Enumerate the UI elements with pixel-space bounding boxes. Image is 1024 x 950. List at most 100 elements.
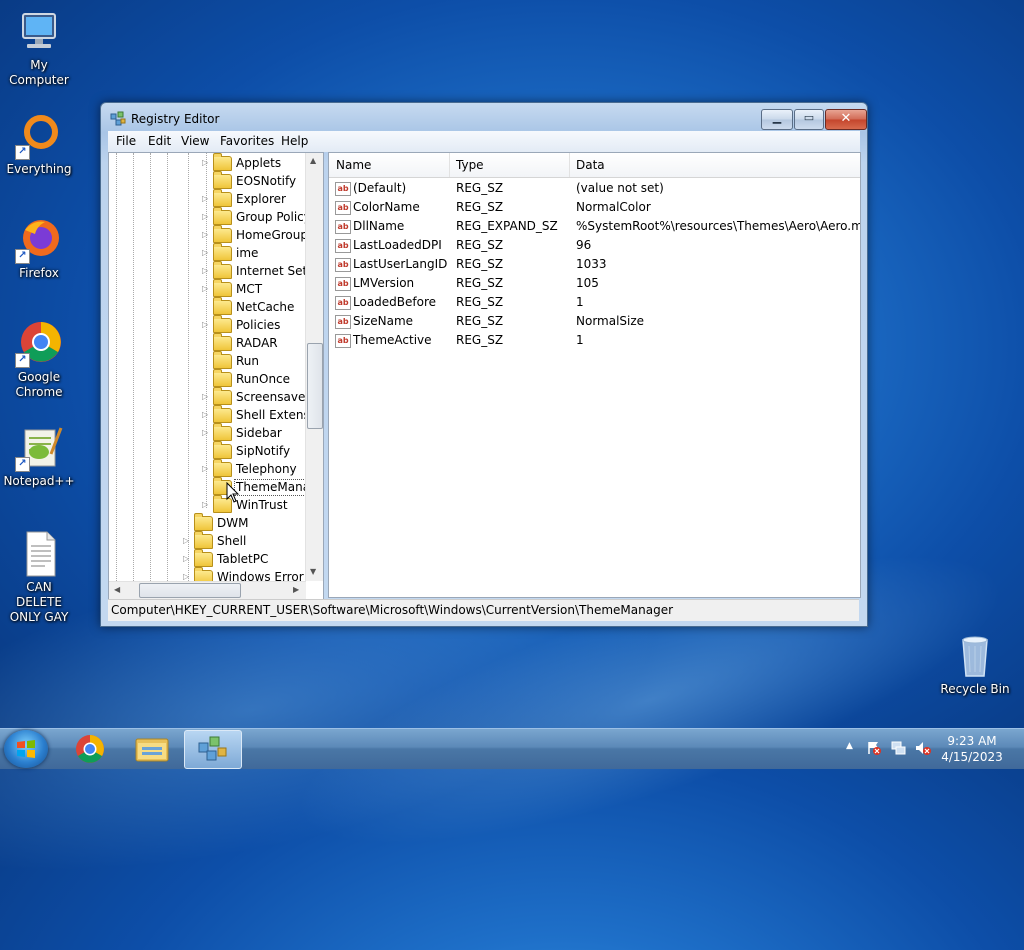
menu-file[interactable]: File [116, 134, 136, 148]
value-row[interactable]: ab LMVersion REG_SZ 105 [329, 274, 860, 293]
expand-arrow-icon[interactable]: ▷ [183, 550, 193, 568]
tree-item[interactable]: ▷ Applets [109, 153, 306, 172]
tree-item[interactable]: ▷Internet Settings [109, 261, 323, 280]
value-row[interactable]: ab LastLoadedDPI REG_SZ 96 [329, 236, 860, 255]
regedit-icon [198, 736, 227, 761]
desktop-icon-recycle-bin[interactable]: Recycle Bin [936, 632, 1014, 697]
folder-icon [213, 261, 232, 279]
tree-item[interactable]: ▷ TabletPC [109, 549, 306, 568]
desktop-icon-text-file[interactable]: CAN DELETE ONLY GAY [0, 530, 78, 625]
scrollbar-thumb[interactable] [139, 583, 241, 598]
value-row[interactable]: ab LastUserLangID REG_SZ 1033 [329, 255, 860, 274]
tree-item[interactable]: ▷ Screensavers [109, 387, 317, 406]
expand-arrow-icon[interactable]: ▷ [183, 532, 193, 550]
desktop-icon-my-computer[interactable]: My Computer [0, 8, 78, 88]
value-row[interactable]: ab ThemeActive REG_SZ 1 [329, 331, 860, 350]
expand-arrow-icon[interactable]: ▷ [202, 424, 212, 442]
expand-arrow-icon[interactable]: ▷ [202, 244, 212, 262]
folder-icon [213, 207, 232, 225]
taskbar-explorer-button[interactable] [124, 730, 180, 767]
expand-arrow-icon[interactable]: ▷ [202, 406, 212, 424]
taskbar-chrome-button[interactable] [62, 730, 118, 767]
scrollbar-thumb[interactable] [307, 343, 323, 429]
tree-item[interactable]: ▷ WinTrust [109, 495, 306, 514]
tree-item[interactable]: ▷ Explorer [109, 189, 306, 208]
expand-arrow-icon[interactable]: ▷ [202, 154, 212, 172]
minimize-button[interactable]: ▁ [761, 109, 793, 130]
value-data: 1 [576, 333, 584, 347]
scroll-right-arrow-icon[interactable]: ▶ [293, 585, 299, 594]
tree-item[interactable]: ▷Shell Extensions [109, 405, 323, 424]
value-name: ThemeActive [353, 333, 432, 347]
desktop-icon-label: Everything [6, 162, 72, 176]
desktop-icon-firefox[interactable]: ↗ Firefox [0, 216, 78, 281]
desktop-icon-label: Firefox [19, 266, 59, 280]
expand-arrow-icon[interactable]: ▷ [202, 208, 212, 226]
column-header-data[interactable]: Data [576, 158, 605, 172]
action-center-icon[interactable] [866, 740, 882, 756]
tree-item-label: HomeGroup [236, 228, 308, 242]
menu-help[interactable]: Help [281, 134, 308, 148]
folder-icon [213, 351, 232, 369]
tree-item[interactable]: EOSNotify [109, 171, 306, 190]
tree-item[interactable]: ▷ MCT [109, 279, 306, 298]
system-clock[interactable]: 9:23 AM 4/15/2023 [930, 733, 1014, 765]
column-divider[interactable] [569, 153, 570, 177]
scroll-up-arrow-icon[interactable]: ▲ [310, 156, 316, 165]
menu-edit[interactable]: Edit [148, 134, 171, 148]
tree-item[interactable]: ThemeManager [109, 477, 323, 496]
expand-arrow-icon[interactable]: ▷ [202, 316, 212, 334]
close-button[interactable]: ✕ [825, 109, 867, 130]
tree-item[interactable]: RADAR [109, 333, 306, 352]
tree-item[interactable]: SipNotify [109, 441, 306, 460]
desktop-icon-notepadpp[interactable]: ↗ Notepad++ [0, 424, 78, 489]
values-list[interactable]: Name Type Data ab (Default) REG_SZ (value n… [328, 152, 861, 598]
tree-item-label: SipNotify [236, 444, 291, 458]
tree-item[interactable]: ▷ ime [109, 243, 306, 262]
tree-horizontal-scrollbar[interactable]: ◀ ▶ [109, 581, 306, 599]
shortcut-arrow-icon: ↗ [15, 457, 30, 472]
menu-view[interactable]: View [181, 134, 209, 148]
expand-arrow-icon[interactable]: ▷ [202, 388, 212, 406]
tree-vertical-scrollbar[interactable]: ▲ ▼ [305, 153, 323, 581]
title-bar[interactable]: Registry Editor ▁ ▭ ✕ [101, 103, 867, 133]
tree-item[interactable]: NetCache [109, 297, 306, 316]
taskbar-regedit-button[interactable] [184, 730, 242, 769]
tree-item[interactable]: ▷ Group Policy [109, 207, 311, 226]
registry-tree[interactable]: ▷ Applets EOSNotify ▷ Explorer ▷ Group Policy ▷… [108, 152, 324, 600]
start-button[interactable] [4, 730, 48, 768]
column-header-type[interactable]: Type [456, 158, 484, 172]
column-header-name[interactable]: Name [336, 158, 371, 172]
value-data: 105 [576, 276, 599, 290]
expand-arrow-icon[interactable]: ▷ [202, 280, 212, 298]
expand-arrow-icon[interactable]: ▷ [202, 190, 212, 208]
value-row[interactable]: ab ColorName REG_SZ NormalColor [329, 198, 860, 217]
value-row[interactable]: ab (Default) REG_SZ (value not set) [329, 179, 860, 198]
expand-arrow-icon[interactable]: ▷ [202, 496, 212, 514]
network-icon[interactable] [890, 740, 908, 756]
tree-item[interactable]: Run [109, 351, 306, 370]
tree-item[interactable]: ▷ Sidebar [109, 423, 306, 442]
desktop-icon-everything[interactable]: ↗ Everything [0, 112, 78, 177]
value-row[interactable]: ab SizeName REG_SZ NormalSize [329, 312, 860, 331]
show-hidden-icons[interactable]: ▲ [846, 741, 853, 751]
value-row[interactable]: ab DllName REG_EXPAND_SZ %SystemRoot%\resou… [329, 217, 860, 236]
value-row[interactable]: ab LoadedBefore REG_SZ 1 [329, 293, 860, 312]
string-value-icon: ab [335, 296, 351, 310]
scroll-down-arrow-icon[interactable]: ▼ [310, 567, 316, 576]
tree-item[interactable]: ▷ HomeGroup [109, 225, 308, 244]
menu-favorites[interactable]: Favorites [220, 134, 274, 148]
tree-item[interactable]: ▷ Shell [109, 531, 306, 550]
tree-item[interactable]: ▷ Telephony [109, 459, 306, 478]
tree-item[interactable]: DWM [109, 513, 306, 532]
tree-item[interactable]: RunOnce [109, 369, 306, 388]
expand-arrow-icon[interactable]: ▷ [202, 460, 212, 478]
column-divider[interactable] [449, 153, 450, 177]
scroll-left-arrow-icon[interactable]: ◀ [114, 585, 120, 594]
maximize-button[interactable]: ▭ [794, 109, 824, 130]
expand-arrow-icon[interactable]: ▷ [202, 226, 212, 244]
desktop-icon-google-chrome[interactable]: ↗ Google Chrome [0, 320, 78, 400]
expand-arrow-icon[interactable]: ▷ [202, 262, 212, 280]
list-header: Name Type Data [329, 153, 860, 178]
tree-item[interactable]: ▷ Policies [109, 315, 306, 334]
